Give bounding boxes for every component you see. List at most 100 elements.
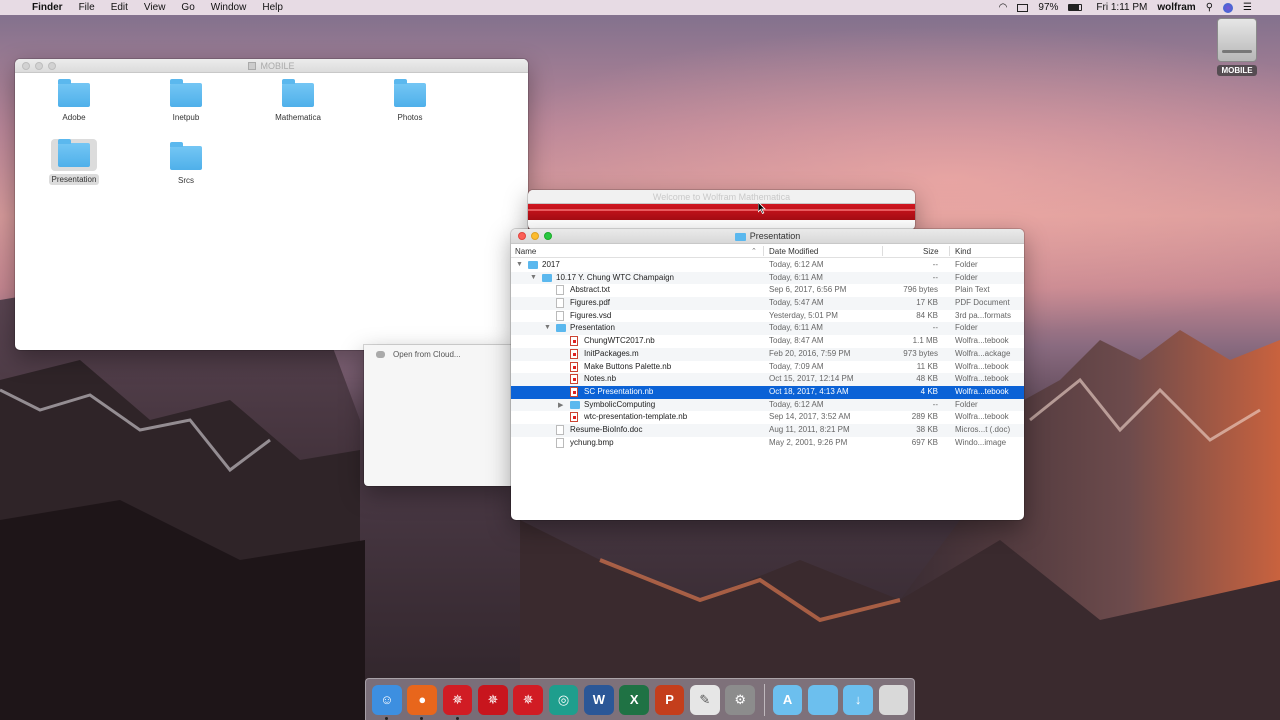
airplay-icon[interactable] [1017, 3, 1029, 12]
file-name: InitPackages.m [584, 348, 639, 358]
documents-stack-icon[interactable] [807, 684, 838, 715]
menu-app-name[interactable]: Finder [24, 2, 71, 13]
file-name: Resume-BioInfo.doc [570, 424, 643, 434]
disclosure-open-icon[interactable]: ▼ [530, 274, 537, 281]
finder-window-presentation[interactable]: Presentation Name ⌃ Date Modified Size K… [511, 229, 1024, 520]
trash-icon[interactable] [878, 684, 909, 715]
file-row[interactable]: wtc-presentation-template.nb Sep 14, 2017… [511, 411, 1024, 424]
zoom-button[interactable] [544, 232, 552, 240]
file-size: 17 KB [916, 298, 938, 308]
desktop-drive-mobile[interactable]: MOBILE [1214, 18, 1260, 76]
file-row[interactable]: ▶ SymbolicComputing Today, 6:12 AM -- Folder [511, 398, 1024, 412]
column-kind[interactable]: Kind [955, 247, 971, 256]
welcome-banner [528, 204, 915, 220]
column-name[interactable]: Name [515, 247, 536, 256]
menu-window[interactable]: Window [203, 2, 255, 13]
word-icon[interactable]: W [583, 684, 614, 715]
system-preferences-icon[interactable]: ⚙ [725, 684, 756, 715]
file-size: 289 KB [911, 412, 938, 422]
mathematica-start-window[interactable]: Open from Cloud... [364, 345, 514, 486]
folder-srcs[interactable]: Srcs [141, 142, 231, 185]
file-row[interactable]: Make Buttons Palette.nb Today, 7:09 AM 11 … [511, 361, 1024, 374]
window-titlebar[interactable]: Presentation [511, 229, 1024, 244]
sort-ascending-icon[interactable]: ⌃ [751, 247, 757, 255]
file-name: ChungWTC2017.nb [584, 336, 655, 346]
file-row[interactable]: Resume-BioInfo.doc Aug 11, 2011, 8:21 PM 3… [511, 423, 1024, 437]
folder-inetpub[interactable]: Inetpub [141, 79, 231, 122]
finder-icon[interactable]: ☺ [372, 684, 402, 720]
file-row[interactable]: SC Presentation.nb Oct 18, 2017, 4:13 AM 4… [511, 385, 1024, 399]
folder-icon [170, 79, 202, 107]
window-title: Welcome to Wolfram Mathematica [652, 191, 791, 202]
mathematica-welcome-window[interactable]: Welcome to Wolfram Mathematica [528, 190, 915, 230]
file-date: Today, 6:12 AM [769, 399, 824, 409]
wolfram-player-icon[interactable]: ✵ [513, 684, 544, 715]
system-modeler-icon[interactable]: ◎ [548, 684, 579, 715]
file-kind: Folder [955, 260, 978, 269]
open-from-cloud-item[interactable]: Open from Cloud... [376, 348, 461, 361]
downloads-stack-icon[interactable]: ↓ [843, 684, 874, 715]
textedit-icon[interactable]: ✎ [689, 684, 720, 715]
file-row[interactable]: ChungWTC2017.nb Today, 8:47 AM 1.1 MB Wolfr… [511, 335, 1024, 348]
file-kind: Wolfra...ackage [955, 348, 1011, 358]
menu-view[interactable]: View [136, 2, 174, 13]
disclosure-open-icon[interactable]: ▼ [516, 261, 523, 268]
disclosure-open-icon[interactable]: ▼ [544, 324, 551, 331]
folder-label: Mathematica [275, 113, 321, 122]
window-controls [22, 62, 61, 70]
mathematica-alt-icon[interactable]: ✵ [477, 684, 508, 715]
file-row[interactable]: ychung.bmp May 2, 2001, 9:26 PM 697 KB Wind… [511, 437, 1024, 450]
zoom-button[interactable] [48, 62, 56, 70]
folder-mathematica[interactable]: Mathematica [253, 79, 343, 122]
file-row[interactable]: ▼ 2017 Today, 6:12 AM -- Folder [511, 259, 1024, 272]
close-button[interactable] [22, 62, 30, 70]
file-name: 10.17 Y. Chung WTC Champaign [556, 272, 674, 282]
menu-help[interactable]: Help [254, 2, 291, 13]
user-name[interactable]: wolfram [1157, 2, 1195, 13]
folder-photos[interactable]: Photos [365, 79, 455, 122]
mathematica-icon[interactable]: ✵ [442, 684, 473, 720]
folder-presentation[interactable]: Presentation [29, 139, 119, 185]
file-row[interactable]: InitPackages.m Feb 20, 2016, 7:59 PM 973 b… [511, 347, 1024, 361]
firefox-icon[interactable]: ● [407, 684, 438, 720]
minimize-button[interactable] [531, 232, 539, 240]
clock[interactable]: Fri 1:11 PM [1096, 2, 1147, 13]
battery-icon[interactable] [1068, 4, 1083, 11]
window-titlebar[interactable]: Welcome to Wolfram Mathematica [528, 190, 915, 204]
folder-adobe[interactable]: Adobe [29, 79, 119, 122]
file-row[interactable]: Notes.nb Oct 15, 2017, 12:14 PM 48 KB Wolfr… [511, 373, 1024, 386]
document-icon [556, 310, 564, 321]
file-kind: Micros...t (.doc) [955, 424, 1011, 434]
battery-percent[interactable]: 97% [1038, 2, 1058, 13]
file-kind: PDF Document [955, 298, 1010, 308]
column-size[interactable]: Size [923, 247, 939, 256]
wifi-icon[interactable]: ◠ [999, 2, 1008, 13]
file-row[interactable]: ▼ Presentation Today, 6:11 AM -- Folder [511, 322, 1024, 336]
notification-center-icon[interactable]: ☰ [1243, 2, 1252, 13]
applications-stack-icon[interactable]: A [772, 684, 803, 715]
menu-file[interactable]: File [71, 2, 103, 13]
menu-edit[interactable]: Edit [103, 2, 136, 13]
close-button[interactable] [518, 232, 526, 240]
powerpoint-icon[interactable]: P [654, 684, 685, 715]
folder-label: Adobe [62, 113, 86, 122]
file-row[interactable]: Figures.pdf Today, 5:47 AM 17 KB PDF Docume… [511, 297, 1024, 310]
column-date-modified[interactable]: Date Modified [769, 247, 818, 256]
window-title: Presentation [749, 231, 801, 241]
disclosure-closed-icon[interactable]: ▶ [558, 401, 563, 409]
file-kind: Plain Text [955, 285, 990, 295]
file-row[interactable]: Figures.vsd Yesterday, 5:01 PM 84 KB 3rd pa… [511, 310, 1024, 323]
excel-icon[interactable]: X [619, 684, 650, 715]
file-date: Today, 6:11 AM [769, 323, 823, 333]
file-row[interactable]: Abstract.txt Sep 6, 2017, 6:56 PM 796 byte… [511, 284, 1024, 297]
notebook-file-icon [570, 336, 578, 347]
menu-go[interactable]: Go [173, 2, 202, 13]
folder-icon [394, 79, 426, 107]
finder-window-mobile[interactable]: MOBILE Adobe Inetpub Mathematica Photos … [15, 59, 528, 350]
file-row[interactable]: ▼ 10.17 Y. Chung WTC Champaign Today, 6:11… [511, 271, 1024, 285]
minimize-button[interactable] [35, 62, 43, 70]
window-titlebar[interactable]: MOBILE [15, 59, 528, 73]
siri-icon[interactable] [1223, 2, 1234, 13]
spotlight-search-icon[interactable]: ⚲ [1206, 2, 1213, 13]
file-kind: Wolfra...tebook [955, 386, 1009, 396]
